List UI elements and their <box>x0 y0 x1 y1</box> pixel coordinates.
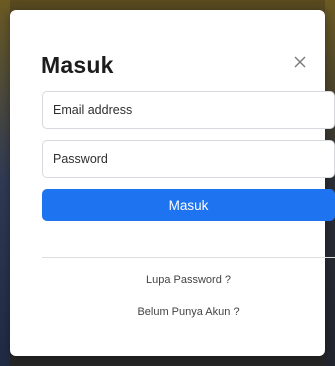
close-icon[interactable] <box>292 54 308 70</box>
password-field[interactable] <box>42 140 335 178</box>
login-button[interactable]: Masuk <box>42 189 335 221</box>
login-modal: Masuk Masuk Lupa Password ? Belum Punya … <box>10 10 335 356</box>
backdrop-left-edge <box>0 0 10 366</box>
modal-title: Masuk <box>41 52 114 78</box>
divider <box>42 257 335 258</box>
register-link[interactable]: Belum Punya Akun ? <box>42 306 335 318</box>
email-field[interactable] <box>42 91 335 129</box>
forgot-password-link[interactable]: Lupa Password ? <box>42 274 335 286</box>
